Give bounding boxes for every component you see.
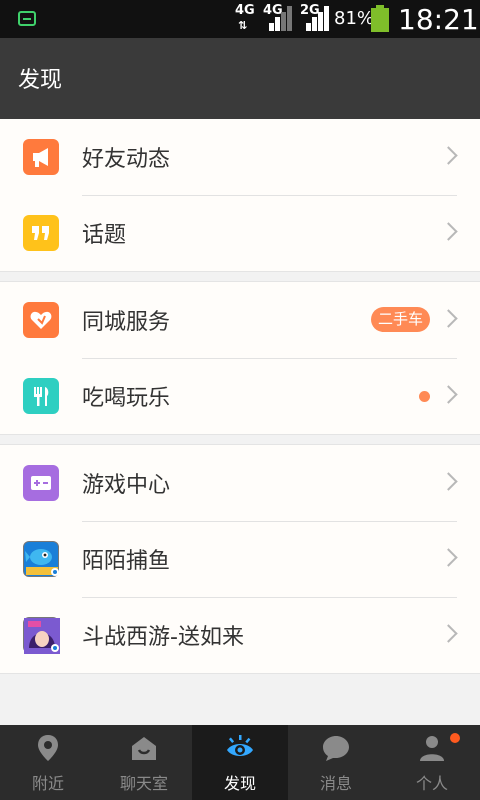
list-item-friend-updates[interactable]: 好友动态 bbox=[0, 119, 480, 195]
list-item-food-fun[interactable]: 吃喝玩乐 bbox=[0, 358, 480, 434]
list-item-journey-west-game[interactable]: 斗战西游-送如来 bbox=[0, 597, 480, 673]
list-group: 游戏中心 陌陌捕鱼 斗战西游-送如来 bbox=[0, 445, 480, 674]
heart-icon bbox=[23, 302, 59, 338]
clock: 18:21 bbox=[398, 3, 479, 36]
section-divider bbox=[0, 272, 480, 282]
discover-list: 好友动态 话题 同城服务 二手车 吃喝玩乐 游戏中心 陌陌捕鱼 斗战西游-送如来 bbox=[0, 119, 480, 674]
eye-icon bbox=[225, 733, 255, 763]
list-group: 同城服务 二手车 吃喝玩乐 bbox=[0, 282, 480, 435]
list-item-game-center[interactable]: 游戏中心 bbox=[0, 445, 480, 521]
list-item-label: 陌陌捕鱼 bbox=[82, 549, 171, 574]
fishing-game-icon bbox=[23, 541, 59, 577]
network-type-1: 4G bbox=[235, 3, 255, 18]
megaphone-icon bbox=[23, 139, 59, 175]
chevron-right-icon bbox=[439, 222, 458, 241]
chevron-right-icon bbox=[439, 548, 458, 567]
list-item-label: 话题 bbox=[82, 223, 127, 248]
tab-label: 聊天室 bbox=[119, 774, 168, 793]
promo-badge: 二手车 bbox=[370, 307, 430, 332]
location-pin-icon bbox=[33, 733, 63, 763]
message-bubble-icon bbox=[321, 733, 351, 763]
list-item-label: 同城服务 bbox=[82, 310, 171, 335]
fork-knife-icon bbox=[23, 378, 59, 414]
battery-percent: 81% bbox=[334, 8, 375, 29]
list-item-local-services[interactable]: 同城服务 二手车 bbox=[0, 282, 480, 358]
new-indicator-dot bbox=[419, 391, 430, 402]
list-item-topics[interactable]: 话题 bbox=[0, 195, 480, 271]
person-icon bbox=[417, 733, 447, 763]
chevron-right-icon bbox=[439, 385, 458, 404]
message-notification-icon bbox=[18, 11, 36, 26]
battery-icon bbox=[371, 5, 389, 32]
signal-strength-icon bbox=[269, 6, 293, 31]
data-arrows-icon: ⇅ bbox=[238, 19, 248, 32]
bottom-navigation: 附近 聊天室 发现 消息 个人 bbox=[0, 725, 480, 800]
header: 发现 bbox=[0, 38, 480, 119]
tab-label: 消息 bbox=[319, 774, 352, 793]
chatroom-icon bbox=[129, 733, 159, 763]
signal-strength-icon bbox=[306, 6, 330, 31]
list-item-label: 吃喝玩乐 bbox=[82, 386, 171, 411]
status-bar: 4G ⇅ 4G 2G 81% 18:21 bbox=[0, 0, 480, 38]
chevron-right-icon bbox=[439, 624, 458, 643]
notification-dot bbox=[450, 733, 460, 743]
list-item-label: 好友动态 bbox=[82, 147, 171, 172]
page-title: 发现 bbox=[18, 68, 63, 93]
journey-game-icon bbox=[23, 617, 60, 654]
gamepad-icon bbox=[23, 465, 59, 501]
tab-profile[interactable]: 个人 bbox=[384, 725, 480, 800]
tab-discover[interactable]: 发现 bbox=[192, 725, 288, 800]
tab-chatroom[interactable]: 聊天室 bbox=[96, 725, 192, 800]
list-group: 好友动态 话题 bbox=[0, 119, 480, 272]
chevron-right-icon bbox=[439, 472, 458, 491]
tab-label: 发现 bbox=[223, 774, 256, 793]
tab-label: 附近 bbox=[31, 774, 64, 793]
list-item-label: 游戏中心 bbox=[82, 473, 171, 498]
quote-icon bbox=[23, 215, 59, 251]
chevron-right-icon bbox=[439, 146, 458, 165]
tab-nearby[interactable]: 附近 bbox=[0, 725, 96, 800]
list-item-momo-fishing[interactable]: 陌陌捕鱼 bbox=[0, 521, 480, 597]
chevron-right-icon bbox=[439, 309, 458, 328]
section-divider bbox=[0, 435, 480, 445]
list-item-label: 斗战西游-送如来 bbox=[82, 625, 244, 650]
tab-messages[interactable]: 消息 bbox=[288, 725, 384, 800]
tab-label: 个人 bbox=[415, 774, 448, 793]
